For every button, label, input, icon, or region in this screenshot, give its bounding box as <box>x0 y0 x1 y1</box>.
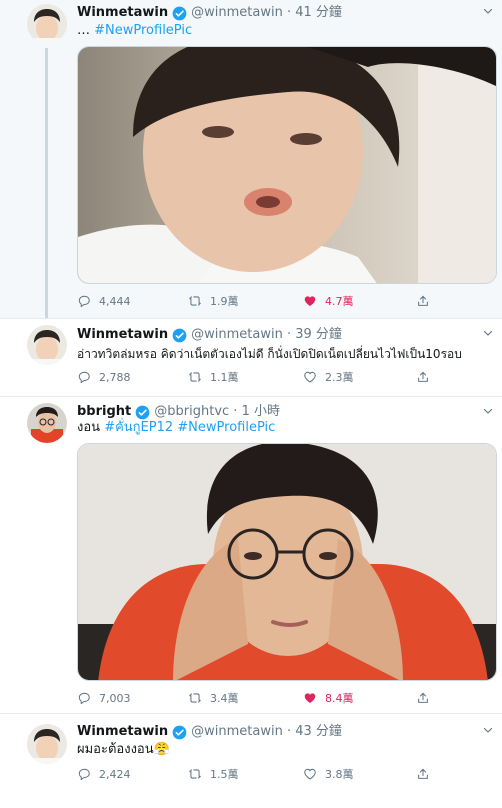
like-button[interactable]: 3.8萬 <box>303 765 354 783</box>
share-icon <box>416 294 430 308</box>
retweet-count: 1.9萬 <box>210 295 239 308</box>
reply-button[interactable]: 2,424 <box>77 765 131 783</box>
chevron-down-icon[interactable] <box>482 327 494 339</box>
heart-icon <box>303 691 317 705</box>
share-icon <box>416 691 430 705</box>
reply-count: 7,003 <box>99 691 131 705</box>
like-count: 8.4萬 <box>325 692 354 705</box>
like-count: 4.7萬 <box>325 295 354 308</box>
hashtag-link[interactable]: #NewProfilePic <box>94 23 192 38</box>
reply-icon <box>77 691 91 705</box>
verified-badge-icon <box>172 725 187 740</box>
reply-icon <box>77 767 91 781</box>
like-count: 3.8萬 <box>325 768 354 781</box>
tweet-text-prefix: งอน <box>77 420 105 435</box>
tweet-media-image[interactable] <box>77 443 497 681</box>
retweet-button[interactable]: 1.1萬 <box>188 368 239 386</box>
verified-badge-icon <box>172 6 187 21</box>
tweet-text: งอน #คั่นกูEP12 #NewProfilePic <box>77 419 275 437</box>
like-button[interactable]: 2.3萬 <box>303 368 354 386</box>
chevron-down-icon[interactable] <box>482 405 494 417</box>
retweet-count: 1.1萬 <box>210 371 239 384</box>
share-icon <box>416 767 430 781</box>
like-button[interactable]: 4.7萬 <box>303 292 354 310</box>
tweet-text: … #NewProfilePic <box>77 22 192 40</box>
avatar[interactable] <box>27 4 67 44</box>
tweet-text: อ่าวทวิตล่มหรอ คิดว่าเน็ตตัวเองไม่ดี ก็น… <box>77 347 462 361</box>
avatar[interactable] <box>27 403 67 443</box>
share-button[interactable] <box>416 292 438 310</box>
retweet-count: 1.5萬 <box>210 768 239 781</box>
author-handle[interactable]: @winmetawin <box>191 4 283 22</box>
heart-icon <box>303 767 317 781</box>
chevron-down-icon[interactable] <box>482 724 494 736</box>
heart-icon <box>303 294 317 308</box>
retweet-button[interactable]: 1.9萬 <box>188 292 239 310</box>
avatar[interactable] <box>27 325 67 365</box>
reply-icon <box>77 294 91 308</box>
hashtag-link[interactable]: #คั่นกูEP12 <box>104 420 173 435</box>
share-button[interactable] <box>416 689 438 707</box>
tweet-2[interactable]: Winmetawin @winmetawin · 39 分鐘 อ่าวทวิตล… <box>0 319 502 396</box>
reply-button[interactable]: 2,788 <box>77 368 131 386</box>
author-name[interactable]: Winmetawin <box>77 723 168 741</box>
tweet-1[interactable]: Winmetawin @winmetawin · 41 分鐘 … #NewPro… <box>0 0 502 318</box>
reply-icon <box>77 370 91 384</box>
chevron-down-icon[interactable] <box>482 5 494 17</box>
retweet-icon <box>188 370 202 384</box>
retweet-button[interactable]: 1.5萬 <box>188 765 239 783</box>
timestamp[interactable]: 41 分鐘 <box>295 4 342 22</box>
reply-button[interactable]: 7,003 <box>77 689 131 707</box>
timestamp[interactable]: 39 分鐘 <box>295 326 342 344</box>
thread-line <box>45 48 48 318</box>
like-count: 2.3萬 <box>325 371 354 384</box>
reply-count: 2,424 <box>99 767 131 781</box>
heart-icon <box>303 370 317 384</box>
share-icon <box>416 370 430 384</box>
retweet-button[interactable]: 3.4萬 <box>188 689 239 707</box>
verified-badge-icon <box>135 405 150 420</box>
author-name[interactable]: Winmetawin <box>77 4 168 22</box>
reply-count: 4,444 <box>99 294 131 308</box>
author-handle[interactable]: @winmetawin <box>191 326 283 344</box>
share-button[interactable] <box>416 368 438 386</box>
like-button[interactable]: 8.4萬 <box>303 689 354 707</box>
retweet-icon <box>188 691 202 705</box>
verified-badge-icon <box>172 328 187 343</box>
tweet-4[interactable]: Winmetawin @winmetawin · 43 分鐘 ผมอะต้องง… <box>0 714 502 808</box>
avatar[interactable] <box>27 724 67 764</box>
tweet-text-prefix: … <box>77 23 95 38</box>
retweet-icon <box>188 767 202 781</box>
tweet-text: ผมอะต้องงอน😤 <box>77 742 170 757</box>
author-handle[interactable]: @winmetawin <box>191 723 283 741</box>
retweet-icon <box>188 294 202 308</box>
tweet-media-image[interactable] <box>77 46 497 284</box>
share-button[interactable] <box>416 765 438 783</box>
reply-button[interactable]: 4,444 <box>77 292 131 310</box>
tweet-3[interactable]: bbright @bbrightvc · 1 小時 งอน #คั่นกูEP1… <box>0 397 502 713</box>
author-name[interactable]: Winmetawin <box>77 326 168 344</box>
reply-count: 2,788 <box>99 370 131 384</box>
hashtag-link[interactable]: #NewProfilePic <box>177 420 275 435</box>
timestamp[interactable]: 43 分鐘 <box>295 723 342 741</box>
retweet-count: 3.4萬 <box>210 692 239 705</box>
